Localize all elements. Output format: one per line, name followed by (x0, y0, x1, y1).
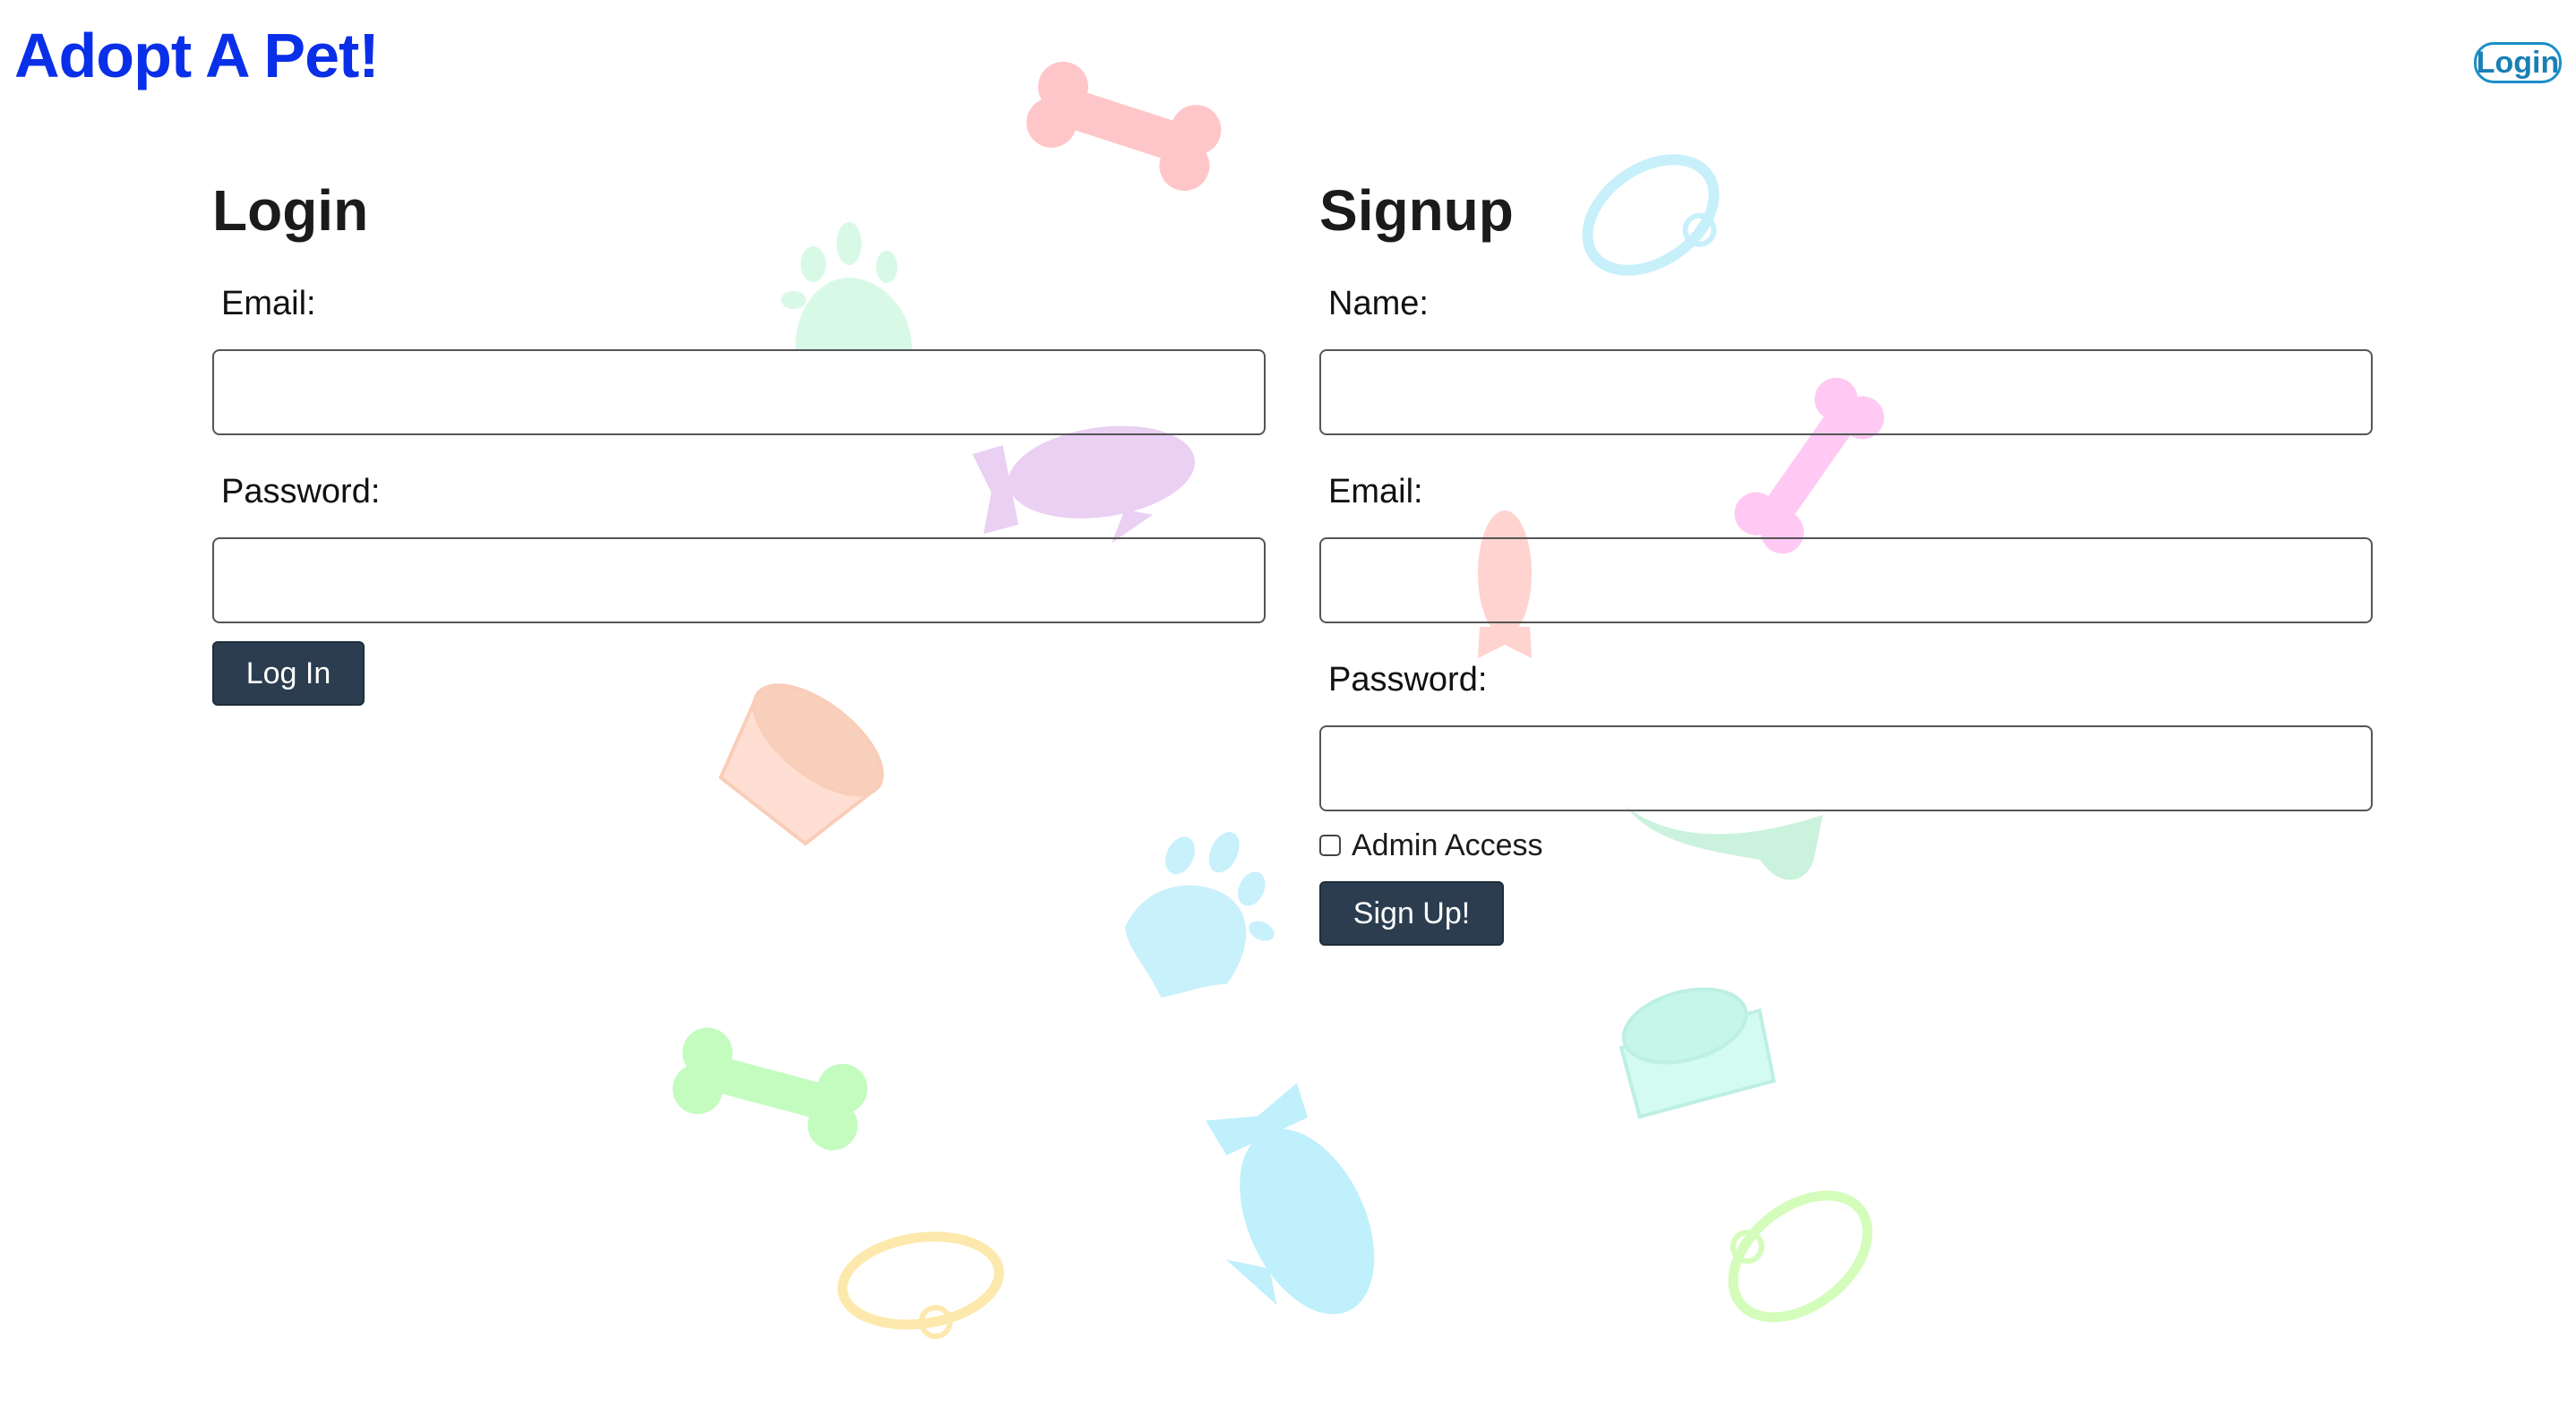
login-title: Login (212, 178, 369, 243)
bone-icon (672, 1027, 868, 1151)
signup-title: Signup (1319, 178, 1514, 243)
bowl-icon (1619, 987, 1776, 1119)
signup-name-label: Name: (1328, 285, 1429, 322)
admin-access-checkbox[interactable] (1319, 835, 1341, 856)
login-submit-button[interactable]: Log In (212, 641, 365, 706)
login-password-input[interactable] (212, 537, 1266, 623)
paw-icon (1125, 832, 1275, 999)
login-email-input[interactable] (212, 349, 1266, 435)
signup-email-label: Email: (1328, 473, 1423, 510)
login-email-label: Email: (221, 285, 316, 322)
signup-section: Signup Name: Email: Password: Admin Acce… (1319, 0, 2376, 985)
fish-icon (1205, 1083, 1375, 1315)
collar-icon (837, 1231, 1004, 1340)
collar-icon (1728, 1190, 1873, 1323)
signup-password-label: Password: (1328, 661, 1488, 699)
login-section: Login Email: Password: Log In (212, 0, 1267, 806)
page: Adopt A Pet! Login Login Email: Password… (0, 0, 2576, 1406)
signup-submit-button[interactable]: Sign Up! (1319, 881, 1504, 946)
signup-name-input[interactable] (1319, 349, 2373, 435)
admin-access-label: Admin Access (1352, 828, 1543, 862)
nav-login-button[interactable]: Login (2474, 42, 2562, 83)
login-password-label: Password: (221, 473, 381, 510)
signup-email-input[interactable] (1319, 537, 2373, 623)
signup-password-input[interactable] (1319, 725, 2373, 811)
